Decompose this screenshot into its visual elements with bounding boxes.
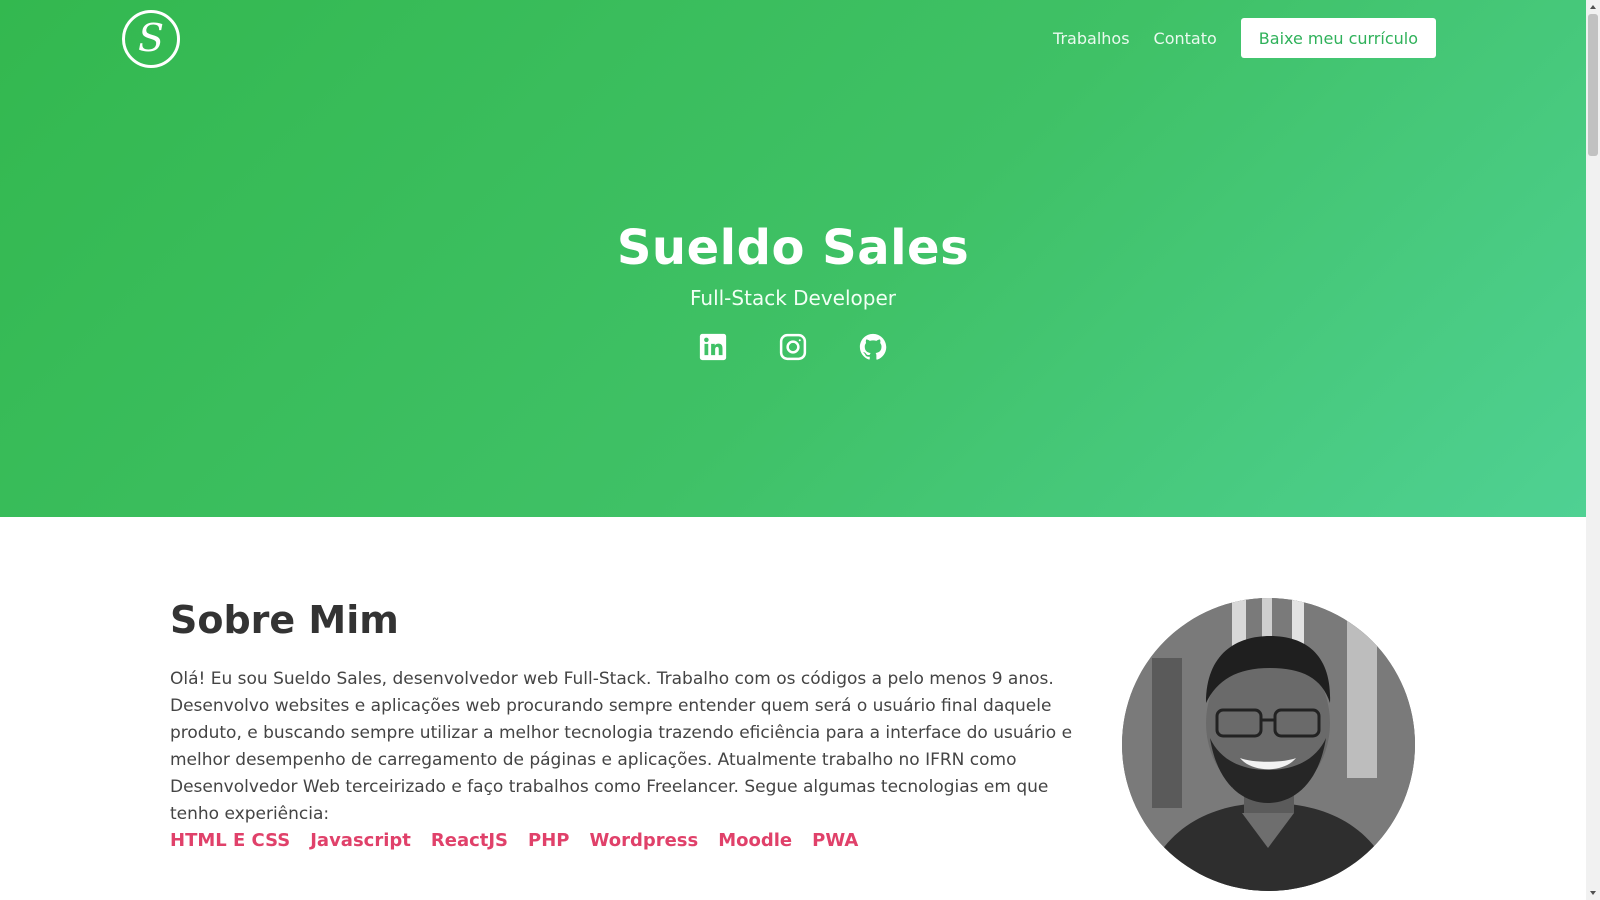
- tech-tag[interactable]: HTML E CSS: [170, 830, 290, 851]
- about-text: Olá! Eu sou Sueldo Sales, desenvolvedor …: [170, 669, 1073, 824]
- logo-letter: S: [137, 16, 165, 60]
- instagram-icon-graphic: [779, 333, 807, 361]
- tech-tag[interactable]: Moodle: [718, 830, 792, 851]
- nav-link-contato[interactable]: Contato: [1154, 29, 1217, 48]
- linkedin-icon-graphic: [699, 333, 727, 361]
- social-links: [0, 332, 1586, 362]
- instagram-icon[interactable]: [778, 332, 808, 362]
- tech-tag[interactable]: PWA: [812, 830, 858, 851]
- tech-tag[interactable]: ReactJS: [431, 830, 508, 851]
- github-icon[interactable]: [858, 332, 888, 362]
- tech-tag[interactable]: PHP: [528, 830, 569, 851]
- hero-heading: Sueldo Sales Full-Stack Developer: [0, 220, 1586, 310]
- tech-tags: HTML E CSS Javascript ReactJS PHP Wordpr…: [170, 830, 878, 851]
- scroll-down-arrow-icon[interactable]: [1586, 886, 1600, 900]
- nav-link-trabalhos[interactable]: Trabalhos: [1053, 29, 1129, 48]
- logo[interactable]: S: [122, 10, 180, 68]
- github-icon-graphic: [859, 333, 887, 360]
- linkedin-icon[interactable]: [698, 332, 728, 362]
- tech-tag[interactable]: Javascript: [310, 830, 411, 851]
- download-resume-button[interactable]: Baixe meu currículo: [1240, 18, 1436, 58]
- tech-tag[interactable]: Wordpress: [589, 830, 698, 851]
- scroll-up-arrow-icon[interactable]: [1586, 0, 1600, 14]
- hero-section: S Trabalhos Contato Baixe meu currículo …: [0, 0, 1586, 517]
- avatar: [1122, 598, 1415, 891]
- page: S Trabalhos Contato Baixe meu currículo …: [0, 0, 1586, 900]
- top-nav: Trabalhos Contato Baixe meu currículo: [1053, 18, 1436, 58]
- vertical-scrollbar[interactable]: [1586, 0, 1600, 900]
- about-title: Sobre Mim: [170, 598, 399, 642]
- hero-role: Full-Stack Developer: [689, 286, 896, 310]
- hero-name: Sueldo Sales: [616, 220, 970, 276]
- avatar-portrait: [1122, 598, 1415, 891]
- scroll-thumb[interactable]: [1588, 14, 1598, 156]
